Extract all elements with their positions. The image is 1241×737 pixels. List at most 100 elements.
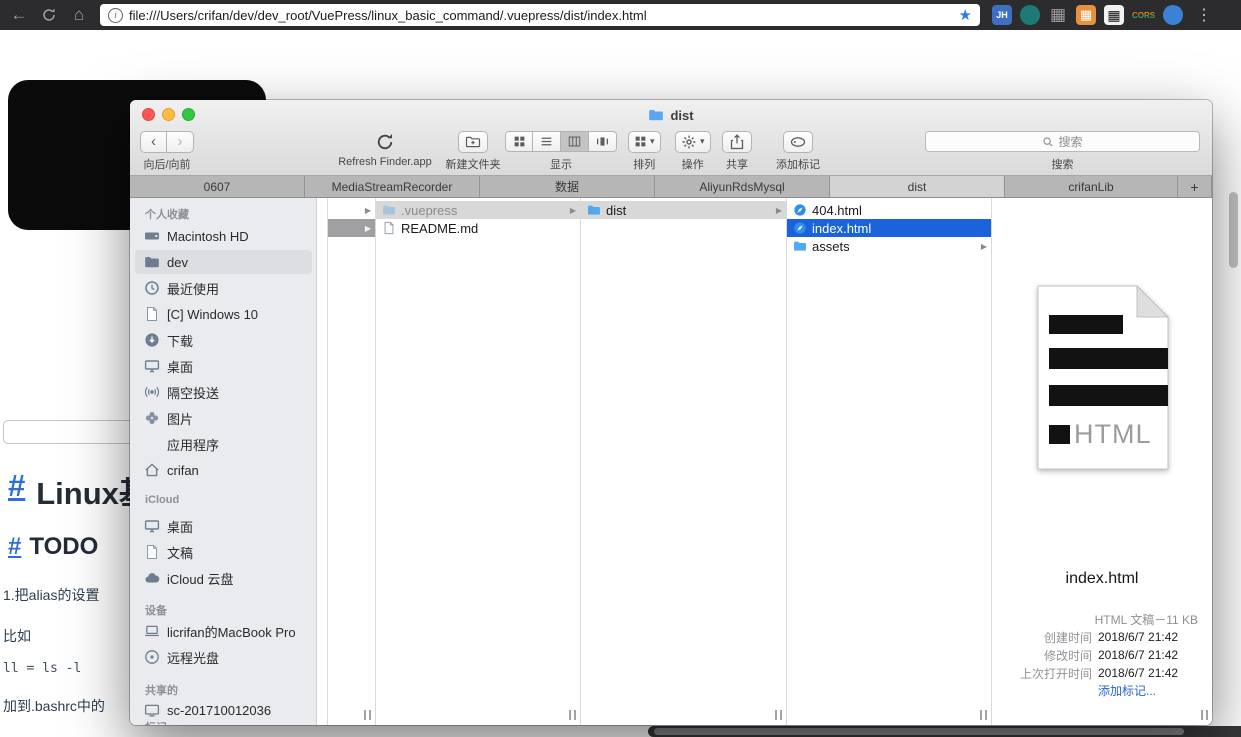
view-list-segment[interactable] — [533, 131, 561, 152]
sidebar-item-recents[interactable]: 最近使用 — [135, 276, 312, 300]
file-row-dist[interactable]: dist ▶ — [581, 201, 786, 219]
airdrop-icon — [144, 384, 160, 400]
home-icon[interactable]: ⌂ — [64, 0, 94, 30]
preview-filename: index.html — [1065, 570, 1139, 587]
sidebar-item-icloud-drive[interactable]: iCloud 云盘 — [135, 566, 312, 590]
page-horizontal-scrollbar[interactable] — [648, 726, 1241, 737]
sidebar-item-macbook-pro[interactable]: licrifan的MacBook Pro — [135, 619, 312, 643]
file-row-readme[interactable]: README.md — [376, 219, 580, 237]
share-icon — [729, 134, 745, 150]
sidebar-item-airdrop[interactable]: 隔空投送 — [135, 380, 312, 404]
share-group: 共享 — [722, 130, 752, 172]
view-coverflow-segment[interactable] — [589, 131, 617, 152]
meta-row-created: 创建时间 2018/6/7 21:42 — [1043, 630, 1179, 645]
url-bar[interactable]: i file:///Users/crifan/dev/dev_root/VueP… — [100, 4, 980, 26]
meta-row-modified: 修改时间 2018/6/7 21:42 — [1043, 648, 1179, 663]
list-view-icon — [540, 135, 553, 148]
heading-anchor-link[interactable]: # — [8, 533, 21, 561]
new-tab-button[interactable]: + — [1178, 176, 1212, 197]
sidebar-item-dev[interactable]: dev — [135, 250, 312, 274]
sidebar-item-icloud-desktop[interactable]: 桌面 — [135, 514, 312, 538]
document-icon — [144, 306, 160, 322]
finder-titlebar[interactable]: dist ‹ › 向后/向前 Refresh Finder.app 新建文件夹 — [130, 100, 1212, 176]
sidebar-item-macintosh-hd[interactable]: Macintosh HD — [135, 224, 312, 248]
extension-icon-cors[interactable]: CORS — [1132, 5, 1155, 25]
share-button[interactable] — [722, 130, 752, 153]
column-divider — [327, 198, 328, 725]
html-icon-label: HTML — [1074, 419, 1152, 449]
sidebar-item-remote-disc[interactable]: 远程光盘 — [135, 645, 312, 669]
action-label: 操作 — [681, 159, 704, 171]
finder-back-button[interactable]: ‹ — [140, 130, 167, 153]
finder-forward-button[interactable]: › — [167, 130, 194, 153]
column-row-partial[interactable]: ▶ — [328, 201, 375, 219]
refresh-icon[interactable] — [375, 132, 395, 152]
hard-drive-icon — [144, 228, 160, 244]
reload-icon[interactable] — [41, 7, 57, 23]
sidebar-item-crifan[interactable]: crifan — [135, 458, 312, 482]
folder-icon — [144, 254, 160, 270]
extension-icons: JH ▦ ▦ ▦ CORS — [992, 5, 1184, 25]
page-info-icon[interactable]: i — [108, 7, 123, 23]
extension-icon-orange[interactable]: ▦ — [1076, 5, 1096, 25]
file-row-assets[interactable]: assets ▶ — [787, 237, 991, 255]
file-row-index-selected[interactable]: index.html — [787, 219, 991, 237]
extension-icon-grid[interactable]: ▦ — [1048, 5, 1068, 25]
extension-icon-qr[interactable]: ▦ — [1104, 5, 1124, 25]
sidebar-item-applications[interactable]: 应用程序 — [135, 432, 312, 456]
file-row-vuepress[interactable]: .vuepress ▶ — [376, 201, 580, 219]
action-button[interactable]: ▾ — [675, 130, 711, 153]
add-tags-button[interactable] — [783, 130, 813, 153]
sidebar-item-desktop[interactable]: 桌面 — [135, 354, 312, 378]
new-folder-button[interactable] — [458, 130, 488, 153]
page-search-input[interactable] — [3, 420, 140, 444]
html-doc-icon — [793, 203, 807, 217]
sidebar-item-downloads[interactable]: 下载 — [135, 328, 312, 352]
browser-menu-icon[interactable]: ⋮ — [1193, 5, 1215, 25]
extension-icon-teal[interactable] — [1020, 5, 1040, 25]
heading-anchor-link[interactable]: # — [8, 468, 25, 513]
finder-columns: ▶ ▶ .vuepress ▶ README.md dist ▶ 404.htm… — [318, 198, 1212, 725]
arrange-button[interactable]: ▾ — [628, 130, 661, 153]
extension-icon-jh[interactable]: JH — [992, 5, 1012, 25]
shared-computer-icon — [144, 702, 160, 718]
back-icon[interactable]: ← — [4, 0, 34, 30]
finder-tab-data[interactable]: 数据 — [480, 176, 655, 197]
finder-tab-aliyunrdsmysql[interactable]: AliyunRdsMysql — [655, 176, 830, 197]
page-vertical-scrollbar[interactable] — [1229, 192, 1238, 268]
sidebar-item-windows10[interactable]: [C] Windows 10 — [135, 302, 312, 326]
view-switcher-group: 显示 — [505, 130, 617, 172]
screen: # Linux基 # TODO 1.把alias的设置 比如 ll = ls -… — [0, 0, 1241, 737]
column-resize-handle[interactable] — [569, 710, 577, 720]
disc-icon — [144, 649, 160, 665]
sidebar-section-tags: 标记 — [145, 719, 167, 725]
add-tags-link[interactable]: 添加标记... — [1098, 682, 1156, 699]
arrange-label: 排列 — [633, 159, 656, 171]
column-resize-handle[interactable] — [364, 710, 372, 720]
file-row-404[interactable]: 404.html — [787, 201, 991, 219]
preview-pane: HTML index.html HTML 文稿－11 KB 创建时间 2018/6… — [992, 198, 1212, 725]
sidebar-section-devices: 设备 — [145, 605, 167, 617]
scrollbar-thumb[interactable] — [654, 728, 1184, 735]
view-columns-segment[interactable] — [561, 131, 589, 152]
finder-tab-0607[interactable]: 0607 — [130, 176, 305, 197]
view-icons-segment[interactable] — [505, 131, 533, 152]
finder-search-input[interactable]: 搜索 — [925, 131, 1200, 152]
finder-tab-dist[interactable]: dist — [830, 176, 1005, 197]
column-divider — [375, 198, 376, 725]
tags-group: 添加标记 — [770, 130, 826, 172]
finder-tab-crifanlib[interactable]: crifanLib — [1005, 176, 1178, 197]
bookmark-star-icon[interactable]: ★ — [959, 6, 972, 24]
column-resize-handle[interactable] — [980, 710, 988, 720]
finder-tab-mediastreamrecorder[interactable]: MediaStreamRecorder — [305, 176, 480, 197]
folder-icon — [587, 203, 601, 217]
sidebar-item-icloud-documents[interactable]: 文稿 — [135, 540, 312, 564]
extension-icon-blue[interactable] — [1163, 5, 1184, 25]
documents-icon — [144, 544, 160, 560]
column-resize-handle[interactable] — [775, 710, 783, 720]
page-paragraph: 加到.bashrc中的 — [3, 698, 105, 714]
column-row-partial-selected[interactable]: ▶ — [328, 219, 375, 237]
column-resize-handle[interactable] — [1201, 710, 1209, 720]
download-icon — [144, 332, 160, 348]
sidebar-item-pictures[interactable]: 图片 — [135, 406, 312, 430]
